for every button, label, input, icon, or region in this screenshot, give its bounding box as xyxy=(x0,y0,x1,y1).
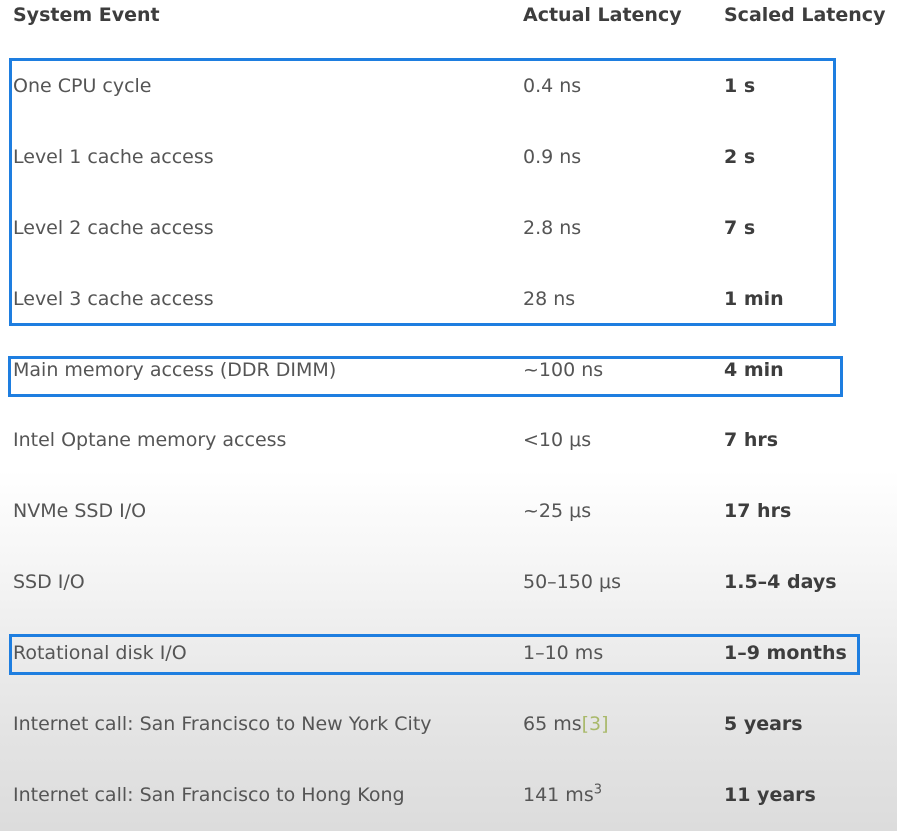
actual-latency-cell: 0.9 ns xyxy=(523,146,582,168)
header-actual-latency: Actual Latency xyxy=(523,4,682,26)
event-cell: Level 3 cache access xyxy=(13,288,214,310)
scaled-latency-cell: 2 s xyxy=(724,146,756,168)
actual-latency-value: 141 ms xyxy=(523,784,594,806)
table-row: SSD I/O 50–150 μs 1.5–4 days xyxy=(0,567,897,597)
actual-latency-value: 65 ms xyxy=(523,713,582,735)
event-cell: Rotational disk I/O xyxy=(13,642,187,664)
actual-latency-cell: 2.8 ns xyxy=(523,217,582,239)
event-cell: Level 1 cache access xyxy=(13,146,214,168)
scaled-latency-cell: 17 hrs xyxy=(724,500,792,522)
actual-latency-cell: 50–150 μs xyxy=(523,571,621,593)
scaled-latency-cell: 1–9 months xyxy=(724,642,847,664)
footnote-superscript: 3 xyxy=(593,782,602,798)
actual-latency-cell: ~100 ns xyxy=(523,359,604,381)
table-row: Intel Optane memory access <10 μs 7 hrs xyxy=(0,425,897,455)
table-row: Rotational disk I/O 1–10 ms 1–9 months xyxy=(0,638,897,668)
table-row: One CPU cycle 0.4 ns 1 s xyxy=(0,71,897,101)
event-cell: Internet call: San Francisco to New York… xyxy=(13,713,432,735)
actual-latency-cell: 1–10 ms xyxy=(523,642,604,664)
event-cell: Main memory access (DDR DIMM) xyxy=(13,359,337,381)
scaled-latency-cell: 7 hrs xyxy=(724,429,779,451)
scaled-latency-cell: 1 min xyxy=(724,288,784,310)
scaled-latency-cell: 11 years xyxy=(724,784,816,806)
actual-latency-cell: 28 ns xyxy=(523,288,576,310)
event-cell: SSD I/O xyxy=(13,571,85,593)
table-row: Internet call: San Francisco to Hong Kon… xyxy=(0,780,897,810)
event-cell: Intel Optane memory access xyxy=(13,429,287,451)
table-row: Main memory access (DDR DIMM) ~100 ns 4 … xyxy=(0,355,897,385)
header-scaled-latency: Scaled Latency xyxy=(724,4,886,26)
table-row: Level 2 cache access 2.8 ns 7 s xyxy=(0,213,897,243)
table-row: Level 3 cache access 28 ns 1 min xyxy=(0,284,897,314)
actual-latency-cell: <10 μs xyxy=(523,429,592,451)
scaled-latency-cell: 5 years xyxy=(724,713,803,735)
scaled-latency-cell: 7 s xyxy=(724,217,756,239)
header-system-event: System Event xyxy=(13,4,160,26)
actual-latency-cell: 65 ms[3] xyxy=(523,709,609,739)
scaled-latency-cell: 1.5–4 days xyxy=(724,571,837,593)
event-cell: NVMe SSD I/O xyxy=(13,500,147,522)
actual-latency-cell: 141 ms3 xyxy=(523,780,602,810)
table-row: Internet call: San Francisco to New York… xyxy=(0,709,897,739)
actual-latency-cell: ~25 μs xyxy=(523,500,592,522)
table-row: Level 1 cache access 0.9 ns 2 s xyxy=(0,142,897,172)
event-cell: Level 2 cache access xyxy=(13,217,214,239)
actual-latency-cell: 0.4 ns xyxy=(523,75,582,97)
scaled-latency-cell: 4 min xyxy=(724,359,784,381)
latency-table: System Event Actual Latency Scaled Laten… xyxy=(0,0,897,831)
table-row: NVMe SSD I/O ~25 μs 17 hrs xyxy=(0,496,897,526)
citation-link[interactable]: [3] xyxy=(582,713,609,735)
scaled-latency-cell: 1 s xyxy=(724,75,756,97)
event-cell: One CPU cycle xyxy=(13,75,152,97)
event-cell: Internet call: San Francisco to Hong Kon… xyxy=(13,784,405,806)
